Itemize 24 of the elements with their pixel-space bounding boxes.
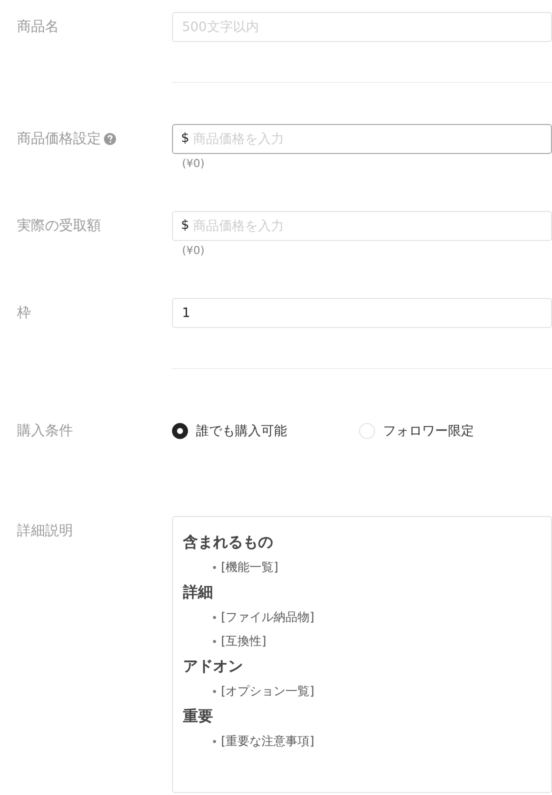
section-heading: 詳細 — [183, 582, 214, 603]
currency-symbol: $ — [181, 218, 190, 234]
bullet-item: [ファイル納品物] — [183, 605, 541, 629]
section-heading: 重要 — [183, 706, 214, 727]
help-icon[interactable] — [104, 133, 116, 145]
section-heading: 含まれるもの — [183, 532, 274, 553]
field-label: 詳細説明 — [17, 522, 73, 540]
section-heading: アドオン — [183, 656, 244, 677]
text-field[interactable]: 1 — [172, 298, 552, 328]
bullet-item: [互換性] — [183, 629, 541, 653]
field-label: 商品価格設定 — [17, 130, 101, 148]
bullet-item: [機能一覧] — [183, 555, 541, 579]
yen-amount: (¥0) — [182, 244, 206, 258]
currency-symbol: $ — [181, 131, 190, 147]
field-label: 実際の受取額 — [17, 217, 101, 235]
field-label: 商品名 — [17, 18, 59, 36]
bullet-item: [重要な注意事項] — [183, 729, 541, 753]
field-label: 購入条件 — [17, 422, 73, 440]
radio-option[interactable]: 誰でも購入可能 — [172, 422, 359, 440]
field-label: 枠 — [17, 304, 31, 322]
bullet-item: [オプション一覧] — [183, 679, 541, 703]
radio-option[interactable]: フォロワー限定 — [359, 422, 546, 440]
yen-amount: (¥0) — [182, 157, 206, 171]
description-editor[interactable]: 含まれるもの [機能一覧] 詳細 [ファイル納品物] [互換性] アドオン [オプション一覧] 重要 [重要な注意事項] — [172, 516, 552, 793]
